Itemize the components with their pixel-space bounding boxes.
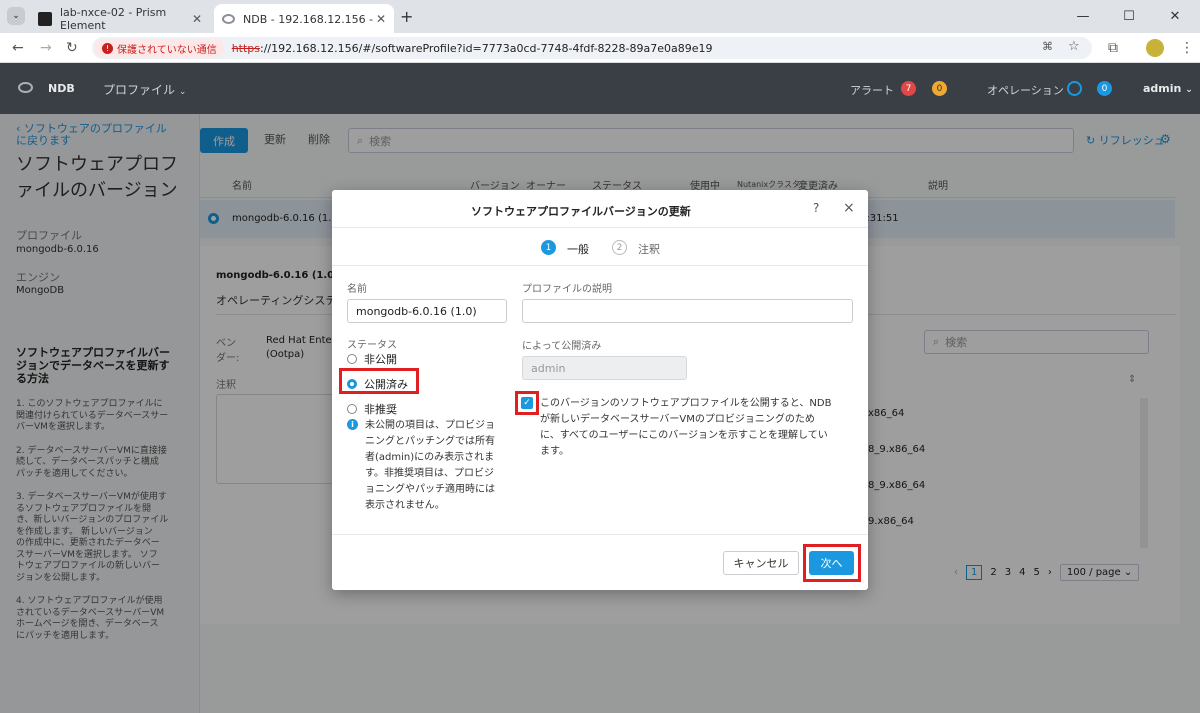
chevron-down-icon: ⌄ (178, 87, 187, 97)
browser-tab-ndb[interactable]: NDB - 192.168.12.156 - プロファイ ✕ (214, 4, 394, 33)
browser-tab-bar: ⌄ lab-nxce-02 - Prism Element ✕ NDB - 19… (0, 0, 1200, 33)
forward-icon[interactable]: → (40, 40, 52, 56)
user-menu[interactable]: admin ⌄ (1143, 82, 1193, 95)
minimize-icon[interactable]: — (1060, 4, 1106, 28)
close-tab-icon[interactable]: ✕ (192, 12, 202, 26)
published-by-input: admin (522, 356, 687, 380)
dialog-header: ソフトウェアプロファイルバージョンの更新 ? × (332, 190, 868, 228)
translate-icon[interactable]: ⌘ (1042, 40, 1053, 53)
url-text[interactable]: https://192.168.12.156/#/softwareProfile… (232, 42, 713, 55)
reload-icon[interactable]: ↻ (66, 40, 78, 56)
browser-tab-prism[interactable]: lab-nxce-02 - Prism Element ✕ (30, 4, 210, 33)
tab-search-button[interactable]: ⌄ (7, 7, 25, 25)
url-omnibox[interactable]: ! 保護されていない通信 https://192.168.12.156/#/sof… (92, 37, 1092, 59)
ndb-logo-icon (18, 82, 33, 93)
alerts-red-badge[interactable]: 7 (901, 81, 916, 96)
status-radio-deprecated[interactable]: 非推奨 (347, 401, 397, 417)
step2-label[interactable]: 注釈 (638, 241, 660, 257)
help-icon[interactable]: ? (813, 201, 819, 215)
ndb-icon (222, 13, 235, 24)
back-icon[interactable]: ← (12, 40, 24, 56)
extensions-icon[interactable]: ⧉ (1108, 40, 1118, 56)
tab-title: lab-nxce-02 - Prism Element (60, 5, 167, 32)
highlight-box-published (339, 368, 419, 394)
close-tab-icon[interactable]: ✕ (376, 12, 386, 26)
name-input[interactable]: mongodb-6.0.16 (1.0) (347, 299, 507, 323)
cancel-button[interactable]: キャンセル (723, 551, 799, 575)
new-tab-icon[interactable]: + (400, 7, 413, 26)
name-label: 名前 (347, 284, 367, 295)
description-input[interactable] (522, 299, 853, 323)
radio-circle[interactable] (347, 404, 357, 414)
published-by-label: によって公開済み (522, 341, 602, 352)
operations-label[interactable]: オペレーション (987, 82, 1064, 98)
description-label: プロファイルの説明 (522, 284, 612, 295)
browser-menu-icon[interactable]: ⋮ (1180, 40, 1194, 56)
warning-icon: ! (102, 42, 113, 54)
step1-label[interactable]: 一般 (567, 241, 589, 257)
dialog-title: ソフトウェアプロファイルバージョンの更新 (471, 205, 691, 218)
status-radio-unpublished[interactable]: 非公開 (347, 351, 397, 367)
operations-badge[interactable]: 0 (1097, 81, 1112, 96)
address-bar: ← → ↻ ! 保護されていない通信 https://192.168.12.156… (0, 33, 1200, 63)
info-icon: i (347, 419, 358, 430)
step1-badge: 1 (541, 240, 556, 255)
bookmark-star-icon[interactable]: ☆ (1068, 39, 1080, 54)
profile-menu[interactable]: プロファイル ⌄ (103, 81, 186, 98)
alerts-label[interactable]: アラート (850, 82, 894, 98)
chevron-down-icon: ⌄ (1185, 85, 1193, 95)
security-chip[interactable]: ! 保護されていない通信 (95, 39, 224, 57)
close-window-icon[interactable]: ✕ (1152, 4, 1198, 28)
status-info-text: 未公開の項目は、プロビジョ ニングとパッチングでは所有 者(admin)にのみ表示さ… (365, 420, 495, 511)
app-header: NDB プロファイル ⌄ アラート 7 0 オペレーション 0 admin ⌄ (0, 63, 1200, 114)
profile-avatar[interactable] (1146, 39, 1164, 57)
update-version-dialog: ソフトウェアプロファイルバージョンの更新 ? × 1 一般 2 注釈 名前 mo… (332, 190, 868, 590)
step2-badge: 2 (612, 240, 627, 255)
footer-divider (332, 534, 868, 535)
brand: NDB (48, 82, 75, 95)
close-icon[interactable]: × (843, 200, 855, 216)
maximize-icon[interactable]: ☐ (1106, 4, 1152, 28)
nutanix-icon (38, 11, 52, 26)
tab-title: NDB - 192.168.12.156 - プロファイ (243, 12, 373, 26)
operations-spinner-icon (1067, 81, 1082, 96)
highlight-box-next (803, 544, 861, 582)
highlight-box-checkbox (515, 391, 539, 415)
confirm-text: このバージョンのソフトウェアプロファイルを公開すると、NDB が新しいデータベース… (540, 398, 832, 457)
wizard-steps: 1 一般 2 注釈 (332, 228, 868, 266)
status-label: ステータス (347, 340, 397, 351)
radio-circle[interactable] (347, 354, 357, 364)
alerts-yellow-badge[interactable]: 0 (932, 81, 947, 96)
